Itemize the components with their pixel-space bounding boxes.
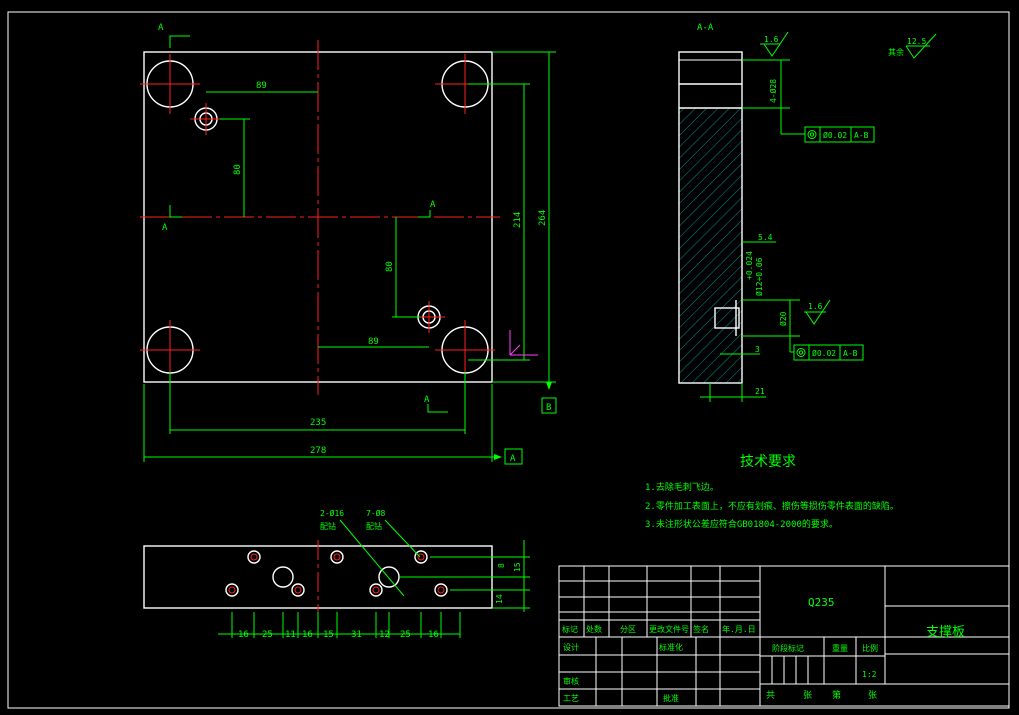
datum-b-label: B bbox=[546, 403, 551, 413]
roughness-symbol-1: 1.6 bbox=[760, 31, 789, 57]
section-title: A-A bbox=[697, 23, 714, 33]
roughness-symbol-2: 1.6 bbox=[804, 299, 831, 325]
chain-dim-1: 16 bbox=[238, 630, 249, 640]
svg-text:12.5: 12.5 bbox=[907, 37, 926, 46]
svg-text:1:2: 1:2 bbox=[862, 670, 877, 679]
svg-text:A-B: A-B bbox=[843, 349, 858, 358]
dim-21: 21 bbox=[755, 387, 765, 396]
tolerance-frame-2: Ø0.02 A-B bbox=[793, 344, 864, 361]
section-mark-a4: A bbox=[424, 395, 430, 405]
chain-dim-4: 16 bbox=[302, 630, 313, 640]
svg-text:标准化: 标准化 bbox=[659, 642, 683, 652]
svg-text:A-B: A-B bbox=[854, 131, 869, 140]
corner-bore-tl bbox=[140, 54, 200, 114]
material: Q235 bbox=[808, 596, 835, 609]
callout-2-name: 配钻 bbox=[366, 521, 382, 531]
requirements-title: 技术要求 bbox=[740, 454, 796, 470]
corner-bore-bl bbox=[140, 320, 200, 380]
dim-235: 235 bbox=[310, 418, 326, 428]
svg-text:Ø0.02: Ø0.02 bbox=[812, 348, 836, 358]
hatch-area bbox=[679, 108, 742, 383]
dim-hole-tol-top: +0.024 bbox=[745, 251, 754, 280]
bottom-holes bbox=[225, 550, 448, 597]
datum-a-label: A bbox=[510, 454, 516, 464]
svg-text:张: 张 bbox=[868, 690, 877, 701]
svg-text:共: 共 bbox=[766, 690, 775, 701]
section-mark-a2: A bbox=[162, 223, 168, 233]
dim-5-4: 5.4 bbox=[758, 233, 773, 242]
dim-3: 3 bbox=[755, 345, 760, 354]
dim-15: 15 bbox=[513, 562, 522, 572]
chain-dim-2: 25 bbox=[262, 630, 273, 640]
chain-dim-7: 12 bbox=[379, 630, 390, 640]
tolerance-frame-1: Ø0.02 A-B bbox=[804, 126, 875, 143]
svg-text:标记: 标记 bbox=[562, 624, 578, 634]
svg-text:其余: 其余 bbox=[888, 47, 904, 57]
svg-text:签名: 签名 bbox=[693, 624, 709, 634]
roughness-rest: 12.5 其余 bbox=[888, 33, 937, 59]
section-view: A-A 4-Ø28 Ø0.02 A-B 1.6 12.5 其余 5.4 Ø12+… bbox=[678, 23, 937, 402]
drawing-sheet: A A A A 89 80 80 89 214 264 B 235 278 A … bbox=[7, 11, 1010, 709]
svg-text:分区: 分区 bbox=[620, 625, 636, 634]
svg-text:更改文件号: 更改文件号 bbox=[649, 624, 689, 634]
svg-text:设计: 设计 bbox=[563, 642, 579, 652]
svg-text:第: 第 bbox=[832, 689, 841, 701]
chain-dim-9: 16 bbox=[428, 630, 439, 640]
chain-dim-5: 15 bbox=[323, 630, 334, 640]
dim-80-right: 80 bbox=[385, 261, 395, 272]
title-block: Q235 支撑板 标记 处数 分区 更改文件号 签名 年.月.日 设计 标准化 … bbox=[558, 565, 1010, 707]
dim-80-left: 80 bbox=[233, 164, 243, 175]
dim-214: 214 bbox=[513, 212, 523, 228]
svg-text:审核: 审核 bbox=[563, 676, 579, 686]
dim-8: 8 bbox=[497, 563, 506, 568]
chain-dim-3: 11 bbox=[285, 630, 296, 640]
section-mark-a1: A bbox=[158, 23, 164, 33]
svg-text:比例: 比例 bbox=[862, 643, 878, 653]
chain-dim-8: 25 bbox=[400, 630, 411, 640]
dim-89-top: 89 bbox=[256, 81, 267, 91]
svg-text:1.6: 1.6 bbox=[764, 35, 779, 44]
bottom-view: 2-Ø16 配钻 7-Ø8 配钻 15 14 8 16 25 11 16 15 … bbox=[143, 508, 530, 640]
pin-hole-upper bbox=[190, 103, 222, 135]
dim-264: 264 bbox=[538, 210, 548, 226]
svg-text:批准: 批准 bbox=[663, 693, 679, 703]
requirement-3: 3.未注形状公差应符合GB01804-2000的要求。 bbox=[645, 518, 838, 530]
dim-278: 278 bbox=[310, 446, 326, 456]
dim-89-bottom: 89 bbox=[368, 337, 379, 347]
dim-hole-tol: Ø12+0.06 bbox=[754, 257, 764, 296]
requirement-1: 1.去除毛刺飞边。 bbox=[645, 481, 719, 493]
part-name: 支撑板 bbox=[926, 625, 965, 640]
svg-text:张: 张 bbox=[803, 690, 812, 701]
main-view: A A A A 89 80 80 89 214 264 B 235 278 A bbox=[140, 23, 557, 465]
svg-text:年.月.日: 年.月.日 bbox=[722, 624, 756, 634]
svg-text:处数: 处数 bbox=[586, 624, 602, 634]
callout-2-spec: 7-Ø8 bbox=[366, 508, 385, 518]
corner-bore-br bbox=[435, 320, 495, 380]
chain-dim-6: 31 bbox=[351, 630, 362, 640]
svg-text:工艺: 工艺 bbox=[563, 694, 579, 703]
svg-text:阶段标记: 阶段标记 bbox=[772, 643, 804, 653]
svg-text:重量: 重量 bbox=[832, 643, 848, 653]
dim-20: Ø20 bbox=[778, 311, 788, 326]
svg-text:Ø0.02: Ø0.02 bbox=[823, 130, 847, 140]
tech-requirements: 技术要求 1.去除毛刺飞边。 2.零件加工表面上，不应有划痕、擦伤等损伤零件表面… bbox=[645, 454, 899, 530]
requirement-2: 2.零件加工表面上，不应有划痕、擦伤等损伤零件表面的缺陷。 bbox=[645, 500, 899, 512]
dim-4-phi: 4-Ø28 bbox=[768, 79, 778, 103]
callout-1-spec: 2-Ø16 bbox=[320, 508, 344, 518]
svg-text:1.6: 1.6 bbox=[808, 302, 823, 311]
section-mark-a3: A bbox=[430, 200, 436, 210]
callout-1-name: 配钻 bbox=[320, 521, 336, 531]
dim-14: 14 bbox=[495, 594, 504, 604]
